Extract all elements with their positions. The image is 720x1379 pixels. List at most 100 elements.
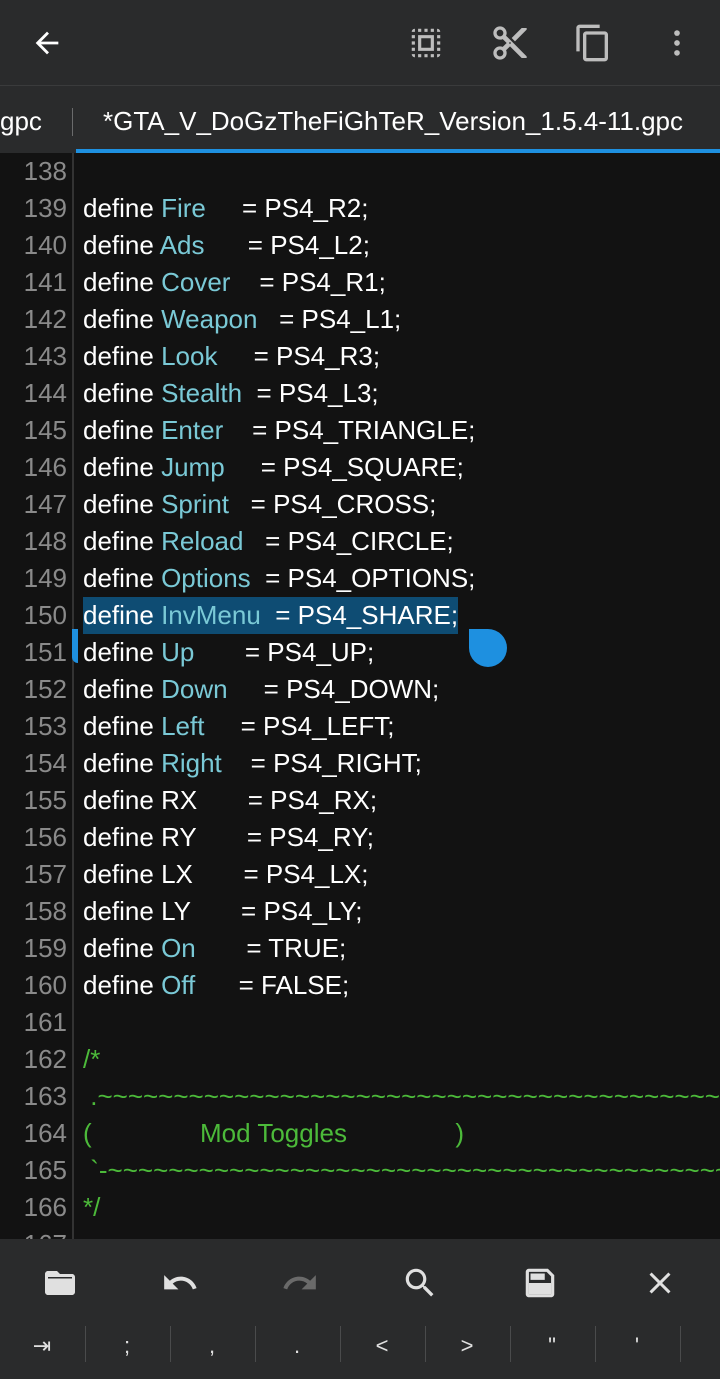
search-icon [405,1268,434,1297]
code-line: 154 define Right = PS4_RIGHT; [0,745,720,782]
identifier: Fire [161,193,206,223]
line-number: 160 [23,970,67,1000]
keyword: define [83,489,162,519]
code-text: define Options = PS4_OPTIONS; [83,560,475,597]
keyword: define [83,933,162,963]
code-text: define LX = PS4_LX; [83,856,368,893]
symbol-key[interactable]: ⇥ [12,1330,72,1362]
arrow-back-icon [35,31,59,55]
identifier: Enter [161,415,224,445]
line-number: 149 [23,563,67,593]
line-number: 138 [23,156,67,186]
select-all-button[interactable] [401,18,451,68]
assignment: = FALSE; [195,970,350,1000]
code-text: define Sprint = PS4_CROSS; [83,486,436,523]
symbol-key[interactable]: : [692,1330,720,1362]
line-number: 151 [23,637,67,667]
line-number: 147 [23,489,67,519]
undo-icon [164,1275,197,1290]
code-text: ( Mod Toggles ) [83,1115,464,1152]
selection-end-handle[interactable] [469,629,507,667]
line-number: 145 [23,415,67,445]
code-text: /* [83,1041,100,1078]
more-options-button[interactable] [652,18,702,68]
back-button[interactable] [22,18,72,68]
code-line: 160 define Off = FALSE; [0,967,720,1004]
identifier: Cover [161,267,231,297]
code-line: 138 [0,153,720,190]
code-text: */ [83,1189,100,1226]
line-number: 155 [23,785,67,815]
code-line: 151 define Up = PS4_UP; [0,634,720,671]
undo-button[interactable] [150,1253,210,1313]
assignment: = PS4_TRIANGLE; [223,415,476,445]
code-line: 165 `-~~~~~~~~~~~~~~~~~~~~~~~~~~~~~~~~~~… [0,1152,720,1189]
line-number: 167 [0,1226,67,1239]
comment-text: /* [83,1044,101,1074]
identifier: Up [161,637,195,667]
code-line: 144 define Stealth = PS4_L3; [0,375,720,412]
symbol-key[interactable]: . [267,1330,327,1362]
code-text: define Reload = PS4_CIRCLE; [83,523,454,560]
code-text: define Left = PS4_LEFT; [83,708,395,745]
line-number: 148 [23,526,67,556]
keyword: define [83,674,162,704]
code-text: define RY = PS4_RY; [83,819,374,856]
code-line: 140 define Ads = PS4_L2; [0,227,720,264]
code-text: define Ads = PS4_L2; [83,227,370,264]
comment-text: ( Mod Toggles ) [83,1118,464,1148]
symbol-key[interactable]: " [522,1330,582,1362]
line-number: 165 [23,1155,67,1185]
save-button[interactable] [510,1253,570,1313]
keyword: define [83,711,162,741]
redo-button[interactable] [270,1253,330,1313]
identifier: Jump [161,452,225,482]
assignment: = PS4_LX; [192,859,369,889]
code-line: 149 define Options = PS4_OPTIONS; [0,560,720,597]
line-number: 153 [23,711,67,741]
assignment: = PS4_L3; [242,378,379,408]
line-number: 150 [23,600,67,630]
copy-icon [576,24,608,62]
assignment: = PS4_UP; [194,637,375,667]
code-line: 159 define On = TRUE; [0,930,720,967]
tab-active-file[interactable]: *GTA_V_DoGzTheFiGhTeR_Version_1.5.4-11.g… [103,106,683,137]
close-file-button[interactable] [630,1253,690,1313]
keyword: define [83,193,162,223]
identifier: Off [161,970,196,1000]
more-vertical-icon [674,30,680,56]
code-line: 155 define RX = PS4_RX; [0,782,720,819]
assignment: = PS4_DOWN; [227,674,440,704]
selection-start-handle[interactable] [72,629,78,663]
code-text: define RX = PS4_RX; [83,782,377,819]
keyword: define RX [83,785,198,815]
open-file-button[interactable] [30,1253,90,1313]
symbol-key[interactable]: < [352,1330,412,1362]
line-number: 139 [23,193,67,223]
code-editor[interactable]: 138 139 define Fire = PS4_R2; 140 define Ads… [0,153,720,1239]
search-button[interactable] [390,1253,450,1313]
line-number: 156 [23,822,67,852]
cut-button[interactable] [485,18,535,68]
keyword: define [83,748,162,778]
identifier: Sprint [161,489,229,519]
code-text: .~~~~~~~~~~~~~~~~~~~~~~~~~~~~~~~~~~~~~~~… [83,1078,720,1115]
symbol-key[interactable]: ' [607,1330,667,1362]
line-number: 166 [23,1192,67,1222]
keyword: define [83,304,162,334]
code-line: 158 define LY = PS4_LY; [0,893,720,930]
symbol-divider [170,1326,171,1362]
folder-open-icon [45,1271,75,1295]
symbol-key[interactable]: , [182,1330,242,1362]
symbol-key[interactable]: ; [97,1330,157,1362]
code-text: define Stealth = PS4_L3; [83,375,379,412]
tab-previous-file[interactable]: gpc [0,106,42,137]
assignment: = PS4_LEFT; [204,711,395,741]
code-line: 157 define LX = PS4_LX; [0,856,720,893]
identifier: Stealth [161,378,243,408]
copy-button[interactable] [568,18,618,68]
line-number: 140 [23,230,67,260]
symbol-divider [680,1326,681,1362]
symbol-key[interactable]: > [437,1330,497,1362]
identifier: Weapon [161,304,258,334]
